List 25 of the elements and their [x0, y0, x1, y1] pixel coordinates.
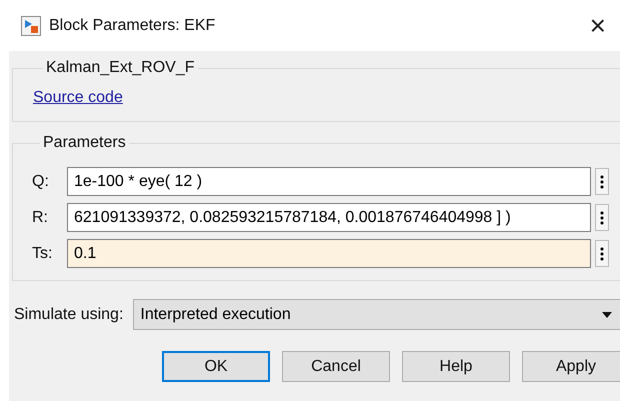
parameter-field[interactable]: 1e-100 * eye( 12 )	[67, 167, 591, 196]
parameter-field[interactable]: 621091339372, 0.082593215787184, 0.001876746404998 ] )	[67, 203, 591, 232]
parameter-label: Ts:	[31, 244, 54, 262]
source-code-link[interactable]: Source code	[33, 89, 123, 106]
dialog-button[interactable]: OK	[162, 351, 270, 382]
caret-icon	[602, 312, 612, 318]
dialog-button[interactable]: Cancel	[282, 351, 390, 382]
simulate-label: Simulate using:	[14, 306, 124, 324]
more-options-button[interactable]	[595, 168, 609, 195]
close-button[interactable]: ×	[586, 12, 610, 40]
simulate-dropdown[interactable]: Interpreted execution	[133, 299, 620, 330]
dots-icon	[600, 174, 604, 188]
parameter-label: Q:	[31, 172, 50, 190]
dots-icon	[600, 246, 604, 260]
more-options-button[interactable]	[595, 204, 609, 231]
window-title: Block Parameters: EKF	[49, 16, 216, 34]
dots-icon	[600, 210, 604, 224]
dialog-button[interactable]: Apply	[522, 351, 620, 382]
block-icon	[21, 16, 41, 36]
group-title: Kalman_Ext_ROV_F	[45, 59, 196, 77]
parameter-label: R:	[31, 208, 49, 226]
dialog-button[interactable]: Help	[402, 351, 510, 382]
parameter-field[interactable]: 0.1	[67, 239, 591, 268]
more-options-button[interactable]	[595, 240, 609, 267]
group-title: Parameters	[42, 134, 127, 152]
